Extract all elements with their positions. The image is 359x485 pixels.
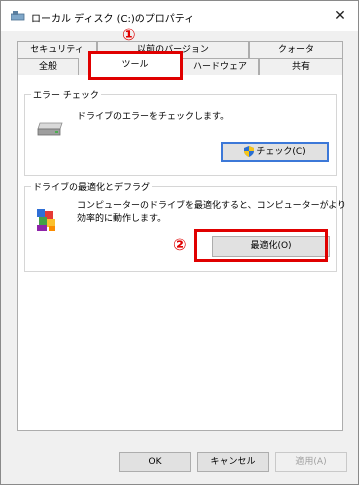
tab-general[interactable]: 全般 bbox=[17, 58, 79, 75]
check-button[interactable]: チェック(C) bbox=[221, 142, 329, 162]
title-bar: ローカル ディスク (C:)のプロパティ ✕ bbox=[1, 1, 358, 31]
optimize-description-line1: コンピューターのドライブを最適化すると、コンピューターがより bbox=[77, 201, 347, 211]
error-check-label: エラー チェック bbox=[31, 88, 101, 101]
error-check-description: ドライブのエラーをチェックします。 bbox=[77, 112, 230, 122]
window-title: ローカル ディスク (C:)のプロパティ bbox=[31, 14, 195, 25]
defrag-icon bbox=[37, 209, 55, 231]
check-button-label: チェック(C) bbox=[256, 147, 306, 157]
optimize-button[interactable]: 最適化(O) bbox=[212, 236, 330, 257]
optimize-label: ドライブの最適化とデフラグ bbox=[31, 180, 153, 193]
tab-security[interactable]: セキュリティ bbox=[17, 41, 97, 58]
tab-quota[interactable]: クォータ bbox=[249, 41, 343, 58]
marker-1: ① bbox=[122, 25, 136, 44]
tab-tools[interactable]: ツール bbox=[89, 53, 181, 75]
error-check-group: エラー チェック ドライブのエラーをチェックします。 チェック(C) bbox=[24, 88, 337, 176]
properties-window: ローカル ディスク (C:)のプロパティ ✕ セキュリティ 以前のバージョン ク… bbox=[0, 0, 359, 485]
marker-2: ② bbox=[173, 235, 187, 254]
drive-icon bbox=[37, 122, 63, 136]
tab-sharing[interactable]: 共有 bbox=[259, 58, 343, 75]
close-button[interactable]: ✕ bbox=[330, 6, 350, 26]
drive-title-icon bbox=[11, 11, 25, 21]
apply-button[interactable]: 適用(A) bbox=[275, 452, 347, 472]
optimize-group: ドライブの最適化とデフラグ コンピューターのドライブを最適化すると、コンピュータ… bbox=[24, 180, 346, 272]
shield-icon bbox=[244, 146, 255, 157]
optimize-description-line2: 効率的に動作します。 bbox=[77, 214, 167, 224]
tab-hardware[interactable]: ハードウェア bbox=[181, 58, 259, 75]
cancel-button[interactable]: キャンセル bbox=[197, 452, 269, 472]
ok-button[interactable]: OK bbox=[119, 452, 191, 472]
